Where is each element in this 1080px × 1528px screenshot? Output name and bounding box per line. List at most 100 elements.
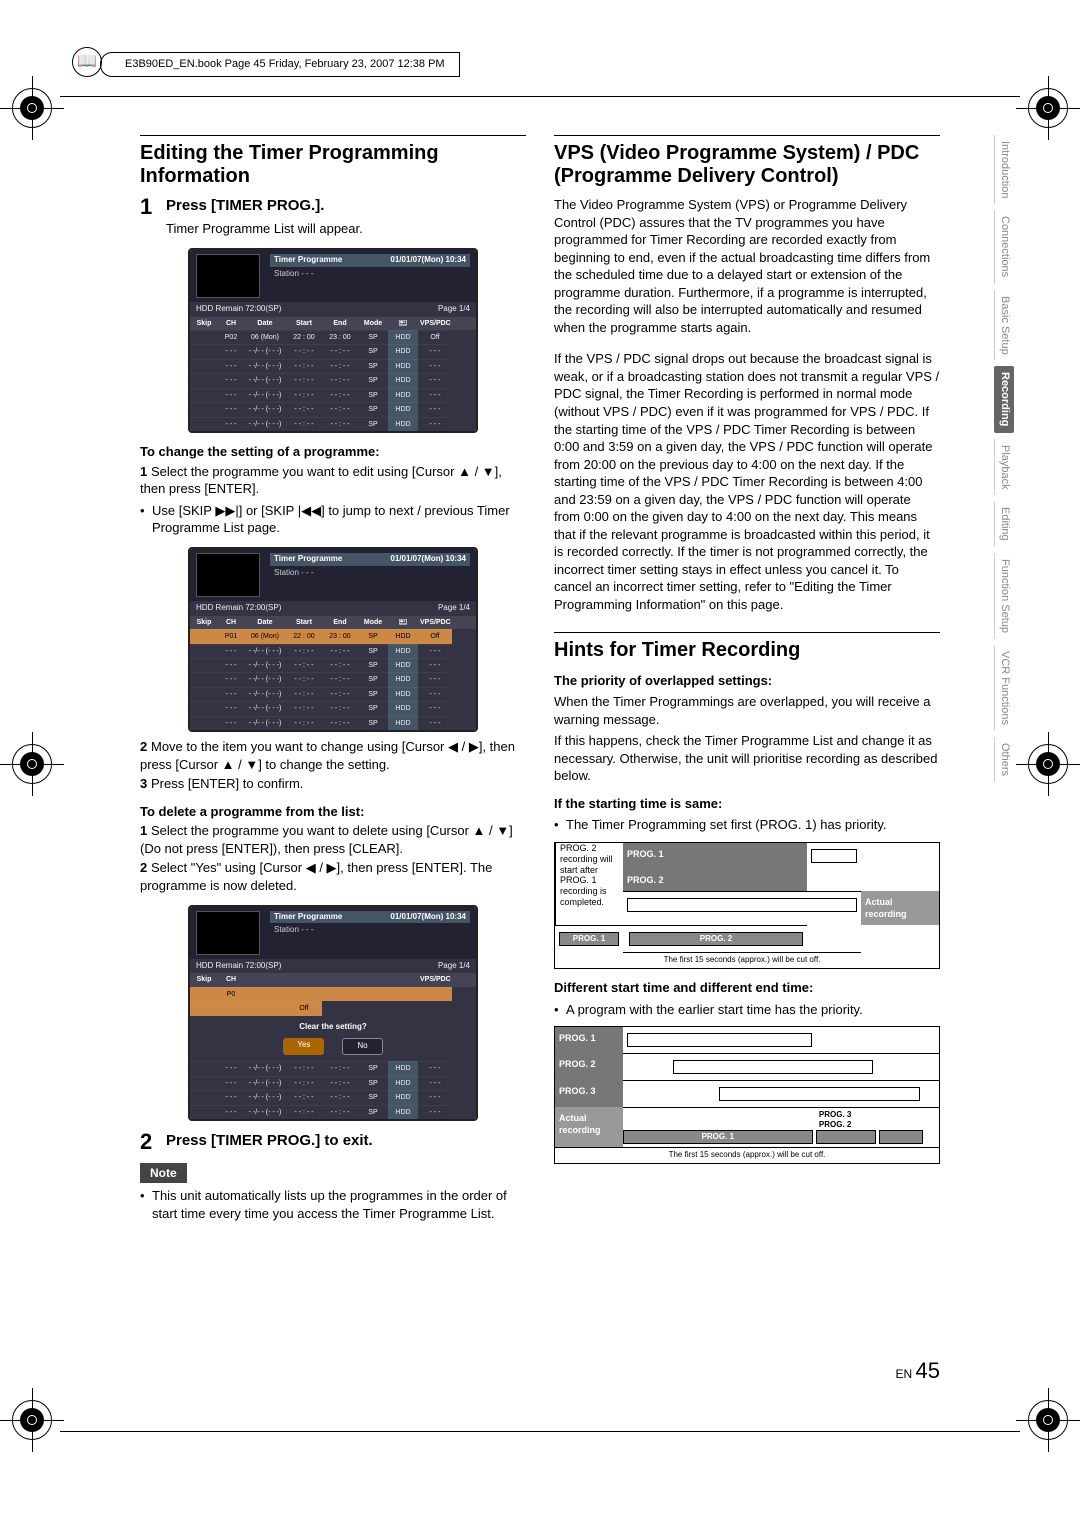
crop-rule-bottom bbox=[60, 1431, 1020, 1432]
pd-label-prog2: PROG. 2 bbox=[555, 1053, 623, 1080]
note-label: Note bbox=[140, 1163, 187, 1183]
clear-dialog: Clear the setting? Yes No bbox=[190, 1016, 476, 1062]
step-1-body: Timer Programme List will appear. bbox=[166, 220, 363, 238]
vps-body-1: The Video Programme System (VPS) or Prog… bbox=[554, 196, 940, 336]
pd-label-actual: Actual recording bbox=[555, 1107, 623, 1147]
priority-body-2: If this happens, check the Timer Program… bbox=[554, 732, 940, 785]
book-info: E3B90ED_EN.book Page 45 Friday, February… bbox=[100, 52, 460, 77]
tp-row: - - -- -/- - (- - -)- - : - -- - : - -SP… bbox=[190, 716, 476, 730]
tp-hdd-remain: HDD Remain 72:00(SP) bbox=[196, 304, 281, 315]
pd-label-prog3: PROG. 3 bbox=[555, 1080, 623, 1107]
priority-heading: The priority of overlapped settings: bbox=[554, 672, 940, 690]
heading-vps: VPS (Video Programme System) / PDC (Prog… bbox=[554, 135, 940, 188]
book-icon: 📖 bbox=[72, 47, 102, 77]
delete-step-1: 1Select the programme you want to delete… bbox=[140, 822, 526, 857]
right-column: VPS (Video Programme System) / PDC (Prog… bbox=[554, 135, 940, 1378]
change-step-bullet: Use [SKIP ▶▶|] or [SKIP |◀◀] to jump to … bbox=[140, 502, 526, 537]
heading-hints: Hints for Timer Recording bbox=[554, 632, 940, 662]
tp-row: - - -- -/- - (- - -)- - : - -- - : - -SP… bbox=[190, 359, 476, 373]
tab-introduction[interactable]: Introduction bbox=[994, 135, 1014, 204]
tp-row: - - -- -/- - (- - -)- - : - -- - : - -SP… bbox=[190, 402, 476, 416]
page-number: EN 45 bbox=[896, 1356, 941, 1386]
crop-mark-right bbox=[1026, 742, 1070, 786]
pd-footer: The first 15 seconds (approx.) will be c… bbox=[623, 952, 861, 968]
tp-row: - - -- -/- - (- - -)- - : - -- - : - -SP… bbox=[190, 1061, 476, 1075]
tab-basic-setup[interactable]: Basic Setup bbox=[994, 290, 1014, 361]
tp-row: - - -- -/- - (- - -)- - : - -- - : - -SP… bbox=[190, 644, 476, 658]
crop-mark-left bbox=[10, 742, 54, 786]
tp-row: P0206 (Mon)22 : 0023 : 00SPHDDOff bbox=[190, 330, 476, 344]
crop-mark-tl bbox=[10, 86, 54, 130]
crop-mark-bl bbox=[10, 1398, 54, 1442]
pd-side-note: PROG. 2 recording will start after PROG.… bbox=[555, 843, 623, 925]
clear-question: Clear the setting? bbox=[190, 1022, 476, 1033]
heading-editing: Editing the Timer Programming Informatio… bbox=[140, 135, 526, 188]
tp-header-row: SkipCHDateStartEndMode🖭VPS/PDC bbox=[190, 317, 476, 330]
tp-row-selected: P0Off bbox=[190, 987, 476, 1016]
tp-station-value: - - - bbox=[301, 269, 313, 278]
diff-bullet: A program with the earlier start time ha… bbox=[554, 1001, 940, 1019]
pd-label-prog1: PROG. 1 bbox=[555, 1027, 623, 1053]
tab-connections[interactable]: Connections bbox=[994, 210, 1014, 283]
change-step-1: 1Select the programme you want to edit u… bbox=[140, 463, 526, 498]
tp-page: Page 1/4 bbox=[438, 304, 470, 315]
if-same-heading: If the starting time is same: bbox=[554, 795, 940, 813]
tp-header-row: SkipCHVPS/PDC bbox=[190, 973, 476, 986]
if-same-bullet: The Timer Programming set first (PROG. 1… bbox=[554, 816, 940, 834]
pd-label-prog1: PROG. 1 bbox=[623, 843, 807, 869]
note-body: This unit automatically lists up the pro… bbox=[140, 1187, 526, 1222]
tp-station-label: Station bbox=[274, 269, 299, 278]
tp-row: - - -- -/- - (- - -)- - : - -- - : - -SP… bbox=[190, 658, 476, 672]
move-step-3: 3Press [ENTER] to confirm. bbox=[140, 775, 526, 793]
vps-body-2: If the VPS / PDC signal drops out becaus… bbox=[554, 350, 940, 613]
tp-preview-icon bbox=[196, 911, 260, 955]
tp-row: - - -- -/- - (- - -)- - : - -- - : - -SP… bbox=[190, 701, 476, 715]
left-column: Editing the Timer Programming Informatio… bbox=[140, 135, 526, 1378]
tp-row: - - -- -/- - (- - -)- - : - -- - : - -SP… bbox=[190, 344, 476, 358]
crop-rule-top bbox=[60, 96, 1020, 97]
diff-heading: Different start time and different end t… bbox=[554, 979, 940, 997]
crop-mark-tr bbox=[1026, 86, 1070, 130]
tab-editing[interactable]: Editing bbox=[994, 501, 1014, 547]
tp-row: - - -- -/- - (- - -)- - : - -- - : - -SP… bbox=[190, 1076, 476, 1090]
timer-programme-screenshot-3: Timer Programme01/01/07(Mon) 10:34 Stati… bbox=[188, 905, 478, 1121]
tab-function-setup[interactable]: Function Setup bbox=[994, 553, 1014, 639]
tp-title: Timer Programme bbox=[274, 255, 342, 266]
tp-row: - - -- -/- - (- - -)- - : - -- - : - -SP… bbox=[190, 672, 476, 686]
crop-mark-br bbox=[1026, 1398, 1070, 1442]
tp-header-row: SkipCHDateStartEndMode🖭VPS/PDC bbox=[190, 616, 476, 629]
tp-preview-icon bbox=[196, 553, 260, 597]
pd-label-prog2: PROG. 2 bbox=[623, 869, 807, 891]
move-step-2: 2Move to the item you want to change usi… bbox=[140, 738, 526, 773]
tab-others[interactable]: Others bbox=[994, 737, 1014, 782]
step-1-label: Press [TIMER PROG.]. bbox=[166, 196, 363, 216]
step-1-number: 1 bbox=[140, 196, 158, 238]
sub-change-heading: To change the setting of a programme: bbox=[140, 443, 526, 461]
step-2-label: Press [TIMER PROG.] to exit. bbox=[166, 1131, 373, 1153]
pd-label-actual: Actual recording bbox=[861, 891, 939, 925]
tab-recording[interactable]: Recording bbox=[994, 366, 1014, 432]
priority-body-1: When the Timer Programmings are overlapp… bbox=[554, 693, 940, 728]
delete-step-2: 2Select "Yes" using [Cursor ◀ / ▶], then… bbox=[140, 859, 526, 894]
tab-playback[interactable]: Playback bbox=[994, 439, 1014, 496]
tp-preview-icon bbox=[196, 254, 260, 298]
pd-footer: The first 15 seconds (approx.) will be c… bbox=[555, 1147, 939, 1163]
tp-row: - - -- -/- - (- - -)- - : - -- - : - -SP… bbox=[190, 687, 476, 701]
tp-row: - - -- -/- - (- - -)- - : - -- - : - -SP… bbox=[190, 388, 476, 402]
section-tabs: Introduction Connections Basic Setup Rec… bbox=[994, 135, 1014, 782]
tp-row: - - -- -/- - (- - -)- - : - -- - : - -SP… bbox=[190, 373, 476, 387]
tab-vcr-functions[interactable]: VCR Functions bbox=[994, 645, 1014, 731]
priority-diagram-1: PROG. 1 PROG. 2 recording will start aft… bbox=[554, 842, 940, 969]
timer-programme-screenshot-1: Timer Programme 01/01/07(Mon) 10:34 Stati… bbox=[188, 248, 478, 433]
timer-programme-screenshot-2: Timer Programme01/01/07(Mon) 10:34 Stati… bbox=[188, 547, 478, 732]
step-2-number: 2 bbox=[140, 1131, 158, 1153]
priority-diagram-2: PROG. 1 PROG. 2 PROG. 3 Actual recording… bbox=[554, 1026, 940, 1164]
tp-row: - - -- -/- - (- - -)- - : - -- - : - -SP… bbox=[190, 1090, 476, 1104]
tp-row-selected: P0106 (Mon)22 : 0023 : 00SPHDDOff bbox=[190, 629, 476, 643]
yes-button: Yes bbox=[283, 1038, 324, 1055]
no-button: No bbox=[342, 1038, 382, 1055]
sub-delete-heading: To delete a programme from the list: bbox=[140, 803, 526, 821]
tp-row: - - -- -/- - (- - -)- - : - -- - : - -SP… bbox=[190, 417, 476, 431]
tp-row: - - -- -/- - (- - -)- - : - -- - : - -SP… bbox=[190, 1105, 476, 1119]
tp-datetime: 01/01/07(Mon) 10:34 bbox=[390, 255, 466, 266]
